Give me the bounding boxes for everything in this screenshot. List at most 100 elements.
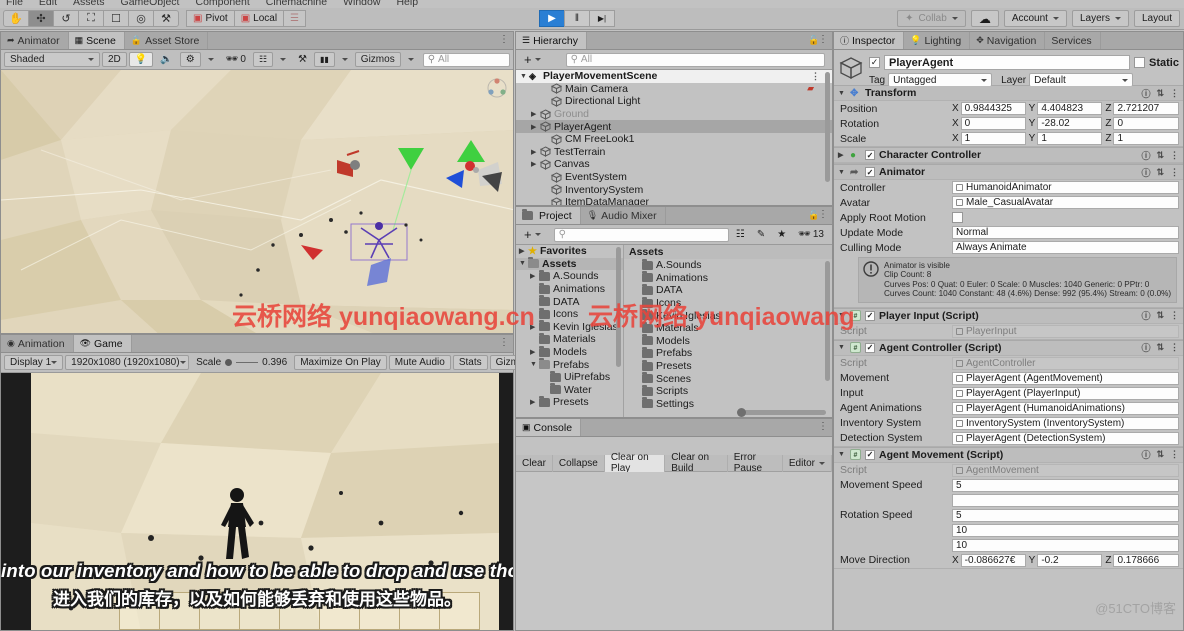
project-asset-item[interactable]: Scenes — [624, 372, 832, 385]
row-text-field[interactable]: 10 — [952, 538, 1179, 552]
row-text-field[interactable]: 10 — [952, 523, 1179, 537]
component-toggle[interactable]: ▮▮ — [313, 52, 335, 67]
menu-item[interactable]: Help — [396, 0, 418, 8]
project-zoom-slider[interactable] — [624, 408, 832, 417]
fx-dropdown[interactable]: ⚙ — [179, 52, 201, 67]
project-tree-item[interactable]: ▶ Kevin Iglesias — [516, 320, 623, 334]
row-text-field[interactable]: 5 — [952, 508, 1179, 522]
hierarchy-item[interactable]: ItemDataManager — [516, 196, 832, 205]
vector-y-input[interactable]: -28.02 — [1037, 117, 1103, 130]
layers-button[interactable]: Layers — [1071, 10, 1129, 27]
create-asset-button[interactable]: + — [519, 227, 546, 242]
scale-slider[interactable]: Scale 0.396 — [191, 355, 292, 370]
project-asset-item[interactable]: Prefabs — [624, 346, 832, 360]
console-clear-on-play-button[interactable]: Clear on Play — [604, 452, 666, 474]
preset-icon[interactable]: ⇅ — [1156, 342, 1164, 353]
slider-handle-icon[interactable] — [225, 359, 233, 366]
panel-menu-icon[interactable]: ⋮ — [818, 210, 828, 220]
tab-asset-store[interactable]: 🔒 Asset Store — [125, 32, 209, 49]
hierarchy-item[interactable]: ▶ Canvas — [516, 158, 832, 171]
pause-button[interactable]: ‖ — [564, 10, 590, 27]
tag-dropdown[interactable]: Untagged — [888, 73, 993, 87]
expand-arrow-icon[interactable]: ▼ — [838, 169, 846, 176]
project-tree-item[interactable]: DATA — [516, 295, 623, 308]
vector-x-input[interactable]: 0 — [960, 117, 1026, 130]
expand-arrow-icon[interactable]: ▶ — [530, 348, 539, 356]
preset-icon[interactable]: ⇅ — [1156, 449, 1164, 460]
console-editor-button[interactable]: Editor — [783, 454, 832, 472]
project-tree-item[interactable]: ▶ ★ Favorites — [516, 245, 623, 258]
hotbar-slot[interactable] — [119, 592, 160, 630]
object-reference-field[interactable]: AgentMovement — [952, 463, 1179, 477]
project-tree-item[interactable]: Animations — [516, 282, 623, 296]
expand-arrow-icon[interactable]: ▶ — [531, 160, 540, 168]
hierarchy-list[interactable]: ▼ ◈ PlayerMovementScene ⋮ Main Camera ▰ Direct… — [516, 70, 832, 205]
vector-x-input[interactable]: 0.9844325 — [960, 102, 1026, 115]
preset-icon[interactable]: ⇅ — [1156, 167, 1164, 178]
expand-arrow-icon[interactable]: ▼ — [838, 312, 846, 319]
game-tabstrip[interactable]: ◉ Animation 👁 Game ⋮ — [1, 335, 513, 353]
vector-z-input[interactable]: 2.721207 — [1113, 102, 1180, 115]
project-tree-item[interactable]: ▶ Models — [516, 345, 623, 359]
hand-tool-icon[interactable]: ✋ — [3, 10, 29, 27]
tab-project[interactable]: Project — [516, 207, 581, 224]
hotbar-slot[interactable] — [399, 592, 440, 630]
transform-tool-icon[interactable]: ◎ — [128, 10, 154, 27]
shading-mode-dropdown[interactable]: Shaded — [4, 52, 100, 67]
row-dropdown[interactable]: Always Animate — [952, 241, 1179, 254]
object-enabled-checkbox[interactable]: ✓ — [869, 57, 880, 68]
tab-console[interactable]: ▣ Console — [516, 419, 582, 436]
component-menu-icon[interactable]: ⋮ — [1170, 150, 1179, 161]
hidden-objects-count[interactable]: 🕶 0 — [221, 52, 251, 67]
component-enabled-checkbox[interactable]: ✓ — [865, 150, 875, 160]
resolution-dropdown[interactable]: 1920x1080 (1920x1080) — [65, 355, 190, 370]
object-reference-field[interactable]: PlayerAgent (AgentMovement) — [952, 371, 1179, 385]
project-tree-item[interactable]: Icons — [516, 307, 623, 321]
menu-item[interactable]: Component — [195, 0, 249, 8]
hotbar-slot[interactable] — [279, 592, 320, 630]
component-enabled-checkbox[interactable]: ✓ — [865, 310, 875, 321]
project-tree-item[interactable]: Water — [516, 383, 623, 397]
maximize-on-play-toggle[interactable]: Maximize On Play — [294, 355, 387, 370]
expand-arrow-icon[interactable]: ▼ — [838, 90, 846, 97]
expand-arrow-icon[interactable]: ▶ — [531, 110, 540, 118]
account-button[interactable]: Account — [1003, 10, 1067, 27]
vector-x-input[interactable]: 1 — [960, 132, 1026, 145]
filter-by-type-icon[interactable]: ☷ — [731, 227, 750, 242]
menu-item[interactable]: Edit — [39, 0, 57, 8]
pivot-controls[interactable]: ▣ Pivot ▣ Local ☰ — [186, 10, 307, 27]
project-tree-item[interactable]: UiPrefabs — [516, 370, 623, 384]
panel-menu-icon[interactable]: ⋮ — [499, 338, 509, 348]
hierarchy-item[interactable]: ▶ TestTerrain — [516, 146, 832, 159]
tab-services[interactable]: Services — [1045, 32, 1101, 49]
tab-navigation[interactable]: ✥ Navigation — [970, 32, 1046, 49]
component-menu-icon[interactable]: ⋮ — [1170, 342, 1179, 353]
console-tabstrip[interactable]: ▣ Console ⋮ — [516, 419, 832, 437]
component-header[interactable]: ▶ ● ✓ Character Controller ⓘ ⇅ ⋮ — [834, 148, 1183, 163]
project-tree[interactable]: ▶ ★ Favorites ▼ Assets ▶ A.Sounds Animations DAT… — [516, 245, 624, 417]
help-icon[interactable]: ⓘ — [1141, 448, 1150, 461]
tab-inspector[interactable]: ⓘ Inspector — [834, 32, 905, 49]
scene-search-input[interactable]: ⚲ All — [422, 52, 510, 67]
console-toolbar[interactable]: Clear Collapse Clear on Play Clear on Build… — [516, 452, 832, 474]
vector-y-input[interactable]: 4.404823 — [1037, 102, 1103, 115]
object-reference-field[interactable]: PlayerAgent (DetectionSystem) — [952, 431, 1179, 445]
project-search-input[interactable]: ⚲ — [553, 227, 729, 242]
filter-by-label-icon[interactable]: ✎ — [752, 227, 770, 242]
console-error-pause-button[interactable]: Error Pause — [728, 452, 783, 474]
audio-toggle[interactable]: 🔈 — [155, 52, 177, 67]
hotbar-slot[interactable] — [159, 592, 200, 630]
move-tool-icon[interactable]: ✣ — [28, 10, 54, 27]
project-tabstrip[interactable]: Project 🎙 Audio Mixer ⋮ 🔓 — [516, 207, 832, 225]
hierarchy-tabstrip[interactable]: ☰ Hierarchy ⋮ 🔓 — [516, 32, 832, 50]
expand-arrow-icon[interactable]: ▼ — [838, 344, 846, 351]
hidden-assets-count[interactable]: 🕶 13 — [793, 227, 829, 242]
component-header[interactable]: ▼ ➦ ✓ Animator ⓘ ⇅ ⋮ — [834, 165, 1183, 180]
component-header[interactable]: ▼ ✥ Transform ⓘ ⇅ ⋮ — [834, 86, 1183, 101]
expand-arrow-icon[interactable]: ▶ — [530, 323, 539, 331]
object-name-input[interactable]: PlayerAgent — [884, 55, 1131, 70]
grid-toggle[interactable]: ☷ — [252, 52, 274, 67]
expand-arrow-icon[interactable]: ▶ — [838, 151, 846, 159]
hierarchy-item[interactable]: Main Camera ▰ — [516, 83, 832, 96]
component-enabled-checkbox[interactable]: ✓ — [865, 449, 875, 460]
